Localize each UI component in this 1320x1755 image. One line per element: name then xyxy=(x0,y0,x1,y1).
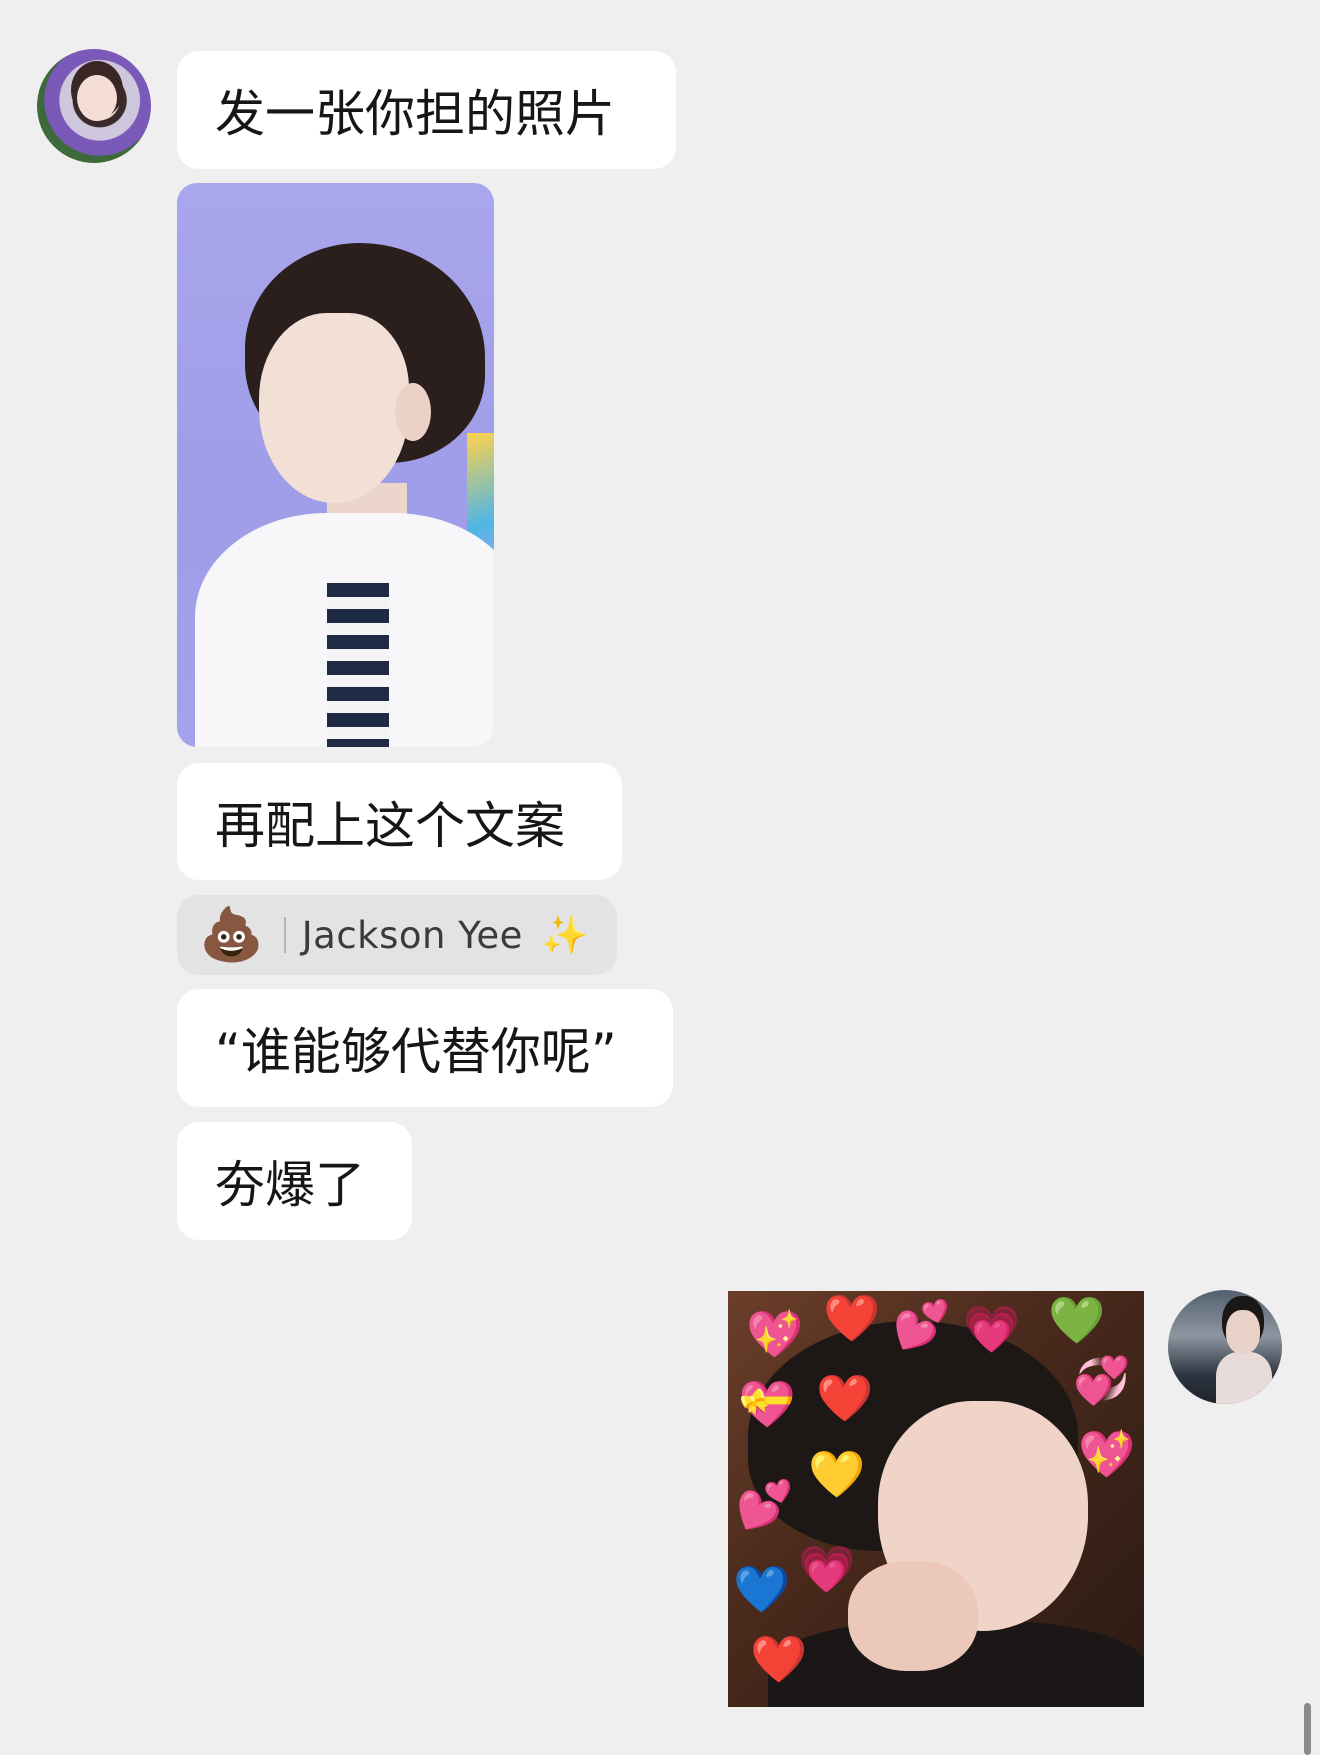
my-avatar[interactable] xyxy=(1168,1290,1282,1404)
heart-icon: 💚 xyxy=(1048,1293,1106,1347)
heart-icon: 💕 xyxy=(893,1297,951,1351)
poop-emoji-icon: 💩 xyxy=(199,905,264,965)
tag-name: Jackson Yee xyxy=(301,913,523,957)
sparkle-icon: ✨ xyxy=(540,912,589,957)
idol-photo[interactable] xyxy=(177,183,494,747)
message-bubble[interactable]: 再配上这个文案 xyxy=(177,763,622,880)
scrollbar[interactable] xyxy=(1304,1703,1311,1755)
heart-icon: ❤️ xyxy=(823,1291,881,1345)
message-text: “谁能够代替你呢” xyxy=(215,1023,617,1081)
heart-icon: 💗 xyxy=(963,1302,1021,1356)
heart-meme-image[interactable]: 💖 ❤️ 💕 💗 💚 💝 ❤️ 💞 💛 💕 💙 ❤️ 💗 💖 xyxy=(728,1291,1144,1707)
message-bubble[interactable]: 发一张你担的照片 xyxy=(177,51,676,169)
heart-icon: 💝 xyxy=(738,1377,796,1431)
heart-icon: 💖 xyxy=(1078,1427,1136,1481)
message-text: 发一张你担的照片 xyxy=(215,85,615,143)
message-text: 再配上这个文案 xyxy=(215,796,565,855)
heart-icon: 💙 xyxy=(733,1562,791,1616)
heart-icon: ❤️ xyxy=(816,1371,874,1425)
heart-icon: 💖 xyxy=(746,1307,804,1361)
meme-hand xyxy=(848,1561,978,1671)
heart-icon: 💞 xyxy=(1073,1353,1131,1407)
divider xyxy=(283,917,286,953)
message-text: 夯爆了 xyxy=(215,1156,365,1214)
message-bubble[interactable]: 夯爆了 xyxy=(177,1122,412,1240)
heart-icon: ❤️ xyxy=(750,1632,808,1686)
photo-ear xyxy=(395,383,431,441)
status-tag[interactable]: 💩 Jackson Yee ✨ xyxy=(177,895,617,975)
photo-face xyxy=(259,313,409,503)
sender-avatar[interactable] xyxy=(37,49,151,163)
heart-icon: 💗 xyxy=(798,1542,856,1596)
heart-icon: 💛 xyxy=(808,1447,866,1501)
heart-icon: 💕 xyxy=(736,1477,794,1531)
message-bubble[interactable]: “谁能够代替你呢” xyxy=(177,989,673,1107)
photo-striped-tee xyxy=(327,583,389,747)
